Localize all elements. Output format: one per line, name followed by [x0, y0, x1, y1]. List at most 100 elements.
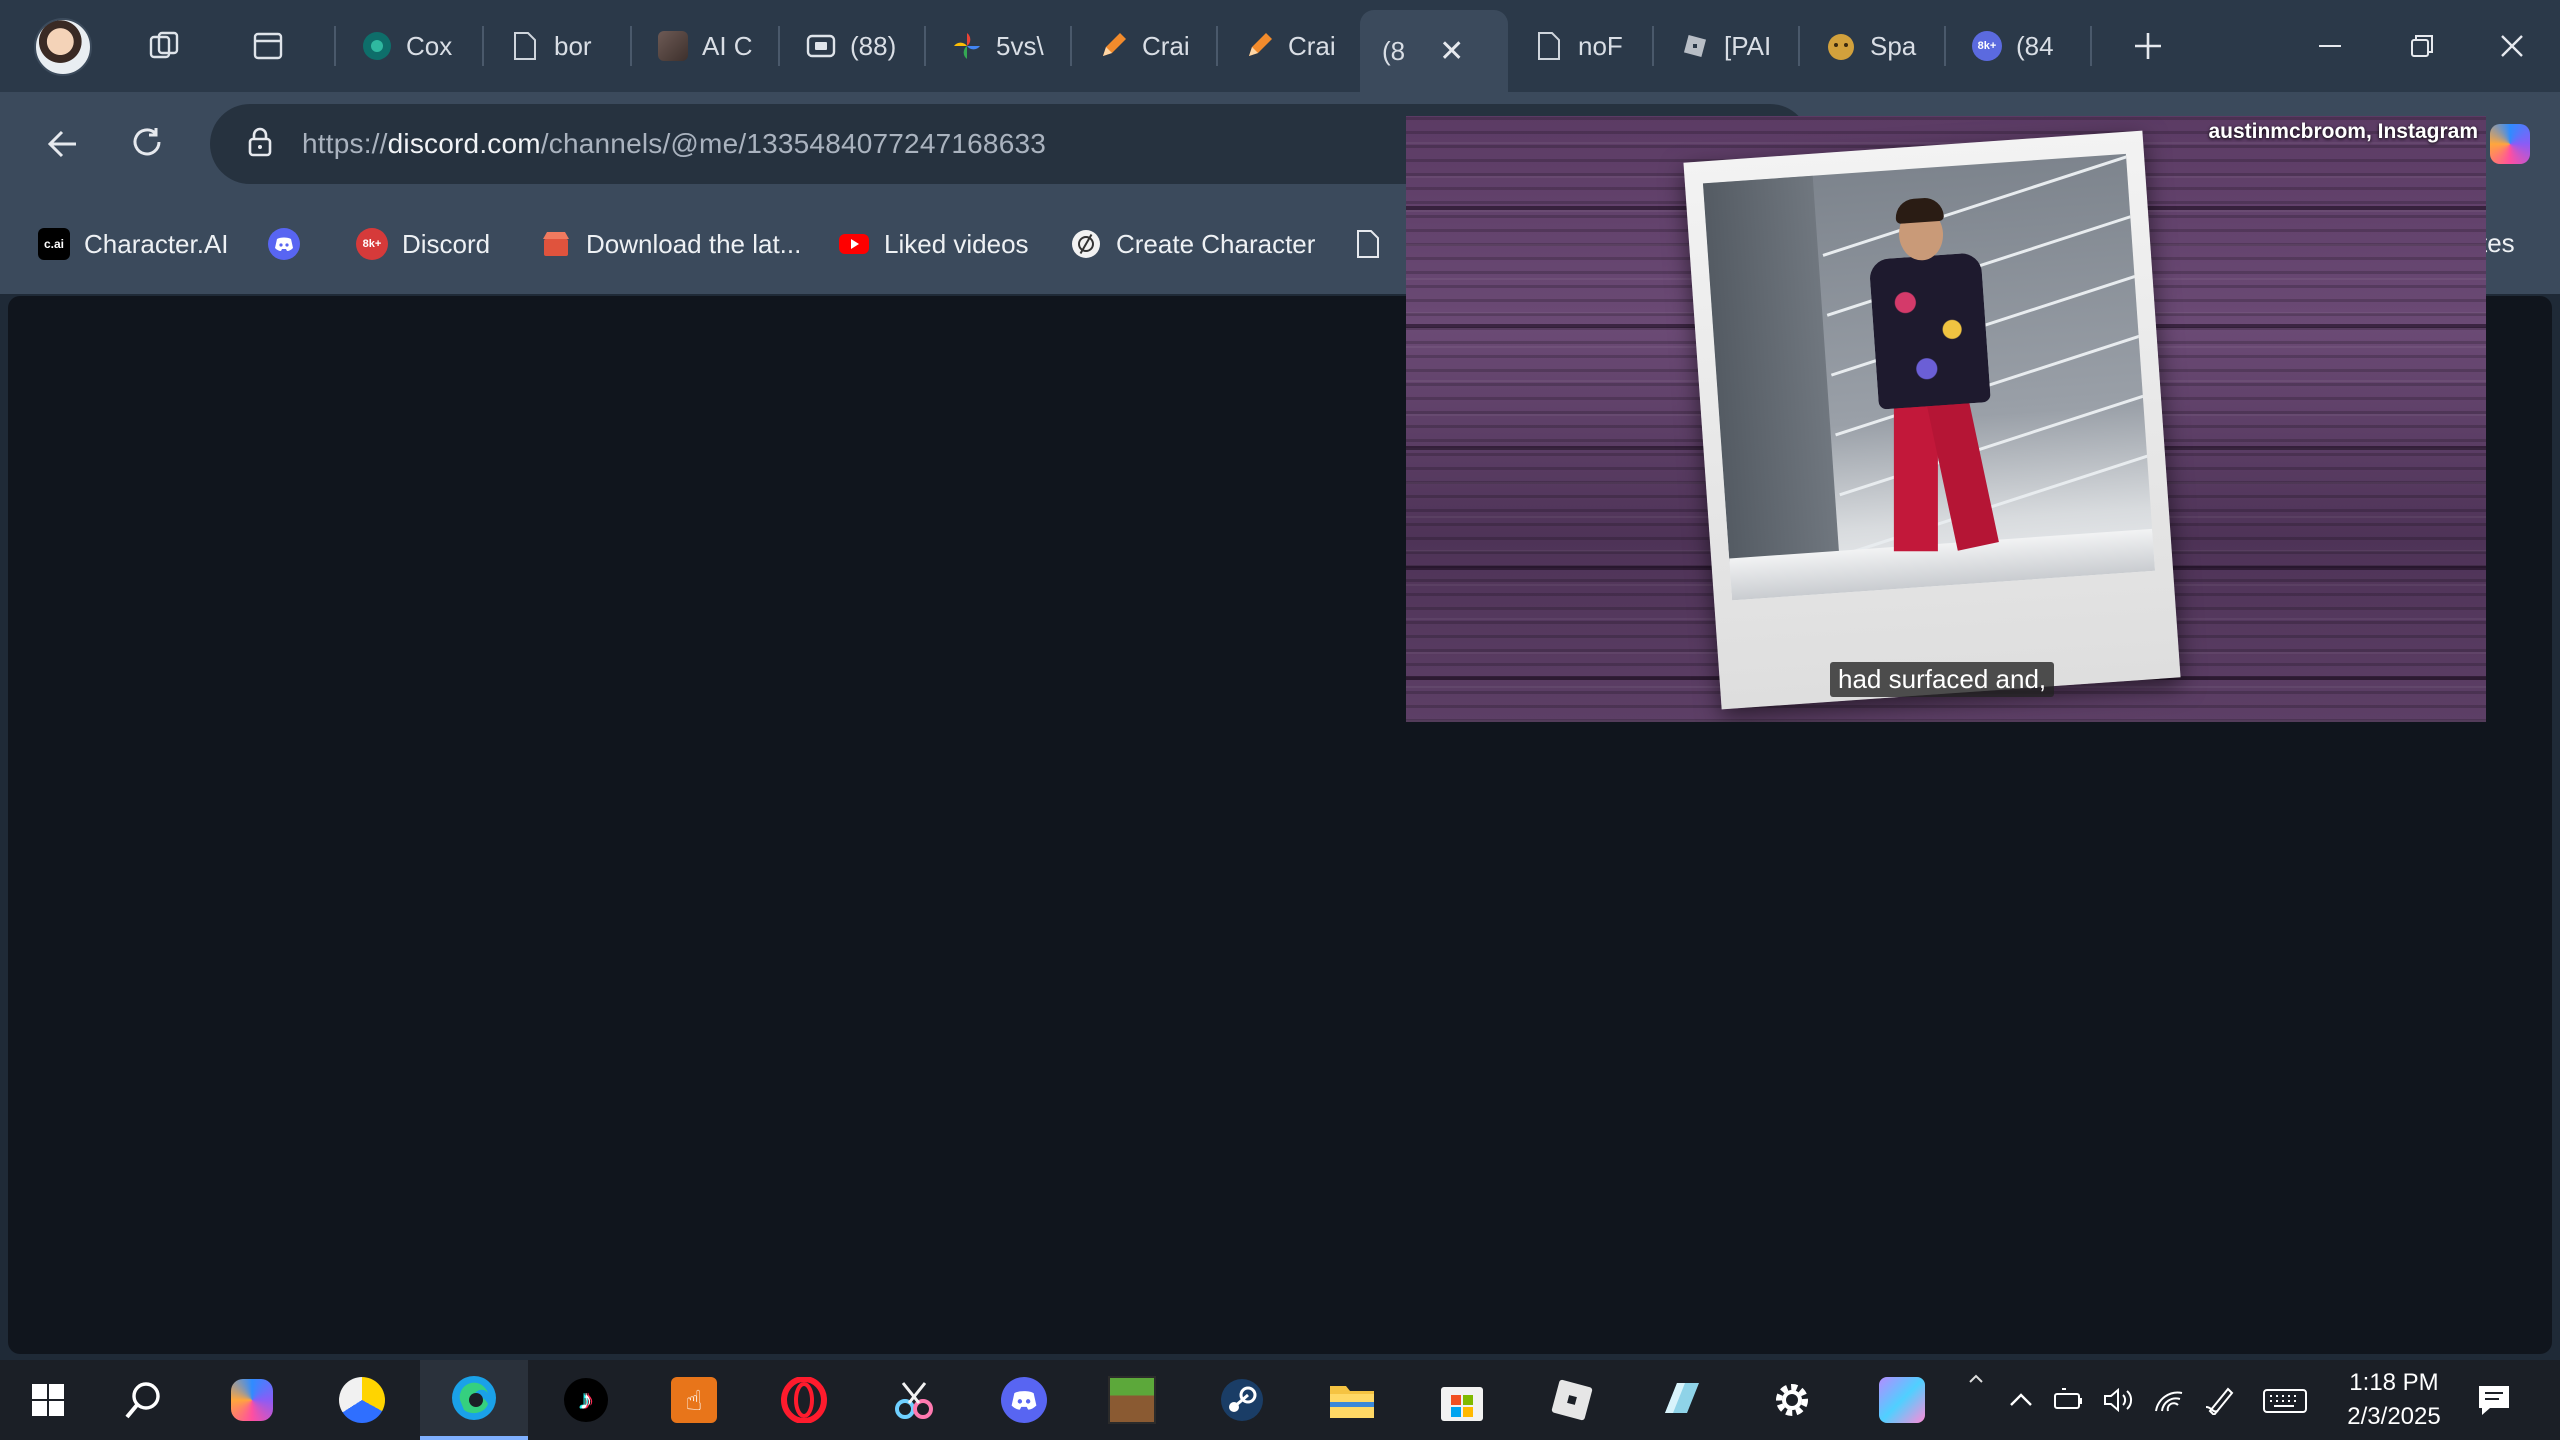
tab-5[interactable]: 5vs\	[930, 14, 1072, 78]
copilot-extension-icon[interactable]	[2490, 124, 2530, 164]
tab-active[interactable]: (8 ✕	[1360, 10, 1508, 92]
roblox-taskbar-icon[interactable]	[1542, 1370, 1602, 1430]
photo-image	[1702, 153, 2156, 601]
profile-avatar[interactable]	[34, 18, 92, 76]
floral-shirt	[1868, 252, 1991, 410]
tab-actions-icon[interactable]	[250, 28, 286, 64]
search-icon[interactable]	[114, 1370, 174, 1430]
polaroid-frame	[1683, 130, 2181, 710]
8k-icon: 8k+	[356, 228, 388, 260]
system-clock[interactable]: 1:18 PM 2/3/2025	[2334, 1366, 2454, 1434]
tab-1[interactable]: Cox	[340, 14, 482, 78]
anime-app-icon[interactable]	[1872, 1370, 1932, 1430]
youtube-icon	[838, 228, 870, 260]
file-explorer-icon[interactable]	[1322, 1370, 1382, 1430]
url-text[interactable]: https://discord.com/channels/@me/1335484…	[302, 128, 1046, 160]
touch-app-icon[interactable]: ☝	[664, 1370, 724, 1430]
bookmark-download[interactable]: Download the lat...	[540, 224, 801, 264]
tab-label: (88)	[850, 30, 897, 61]
minecraft-icon[interactable]	[1102, 1370, 1162, 1430]
tab-6[interactable]: Crai	[1076, 14, 1218, 78]
edge-icon[interactable]	[420, 1360, 528, 1440]
minimize-icon[interactable]	[2306, 22, 2354, 70]
tiktok-icon[interactable]: ♪	[556, 1370, 616, 1430]
pen-icon[interactable]	[2204, 1382, 2238, 1418]
close-tab-icon[interactable]: ✕	[1439, 34, 1464, 69]
paint-icon[interactable]	[1652, 1370, 1712, 1430]
restore-icon[interactable]	[2398, 22, 2446, 70]
tab-label: (84	[2016, 30, 2054, 61]
page-icon	[1534, 31, 1564, 61]
clock-time: 1:18 PM	[2349, 1369, 2439, 1396]
bookmark-character-ai[interactable]: c.ai Character.AI	[38, 224, 229, 264]
show-hidden-icons-icon[interactable]	[2006, 1382, 2036, 1418]
roblox-icon	[1680, 31, 1710, 61]
tab-4[interactable]: (88)	[784, 14, 926, 78]
snip-icon[interactable]	[884, 1370, 944, 1430]
start-icon[interactable]	[18, 1370, 78, 1430]
page-icon	[1352, 228, 1384, 260]
tab-9[interactable]: noF	[1512, 14, 1654, 78]
page-icon	[510, 31, 540, 61]
battery-icon[interactable]	[2052, 1382, 2086, 1418]
tab-label: AI C	[702, 30, 753, 61]
bookmark-label: Discord	[402, 228, 491, 259]
circle-icon	[362, 31, 392, 61]
chrome-like-icon[interactable]	[332, 1370, 392, 1430]
pinwheel-icon	[952, 31, 982, 61]
tab-12[interactable]: 8k+ (84	[1950, 14, 2092, 78]
tab-label: Crai	[1288, 30, 1336, 61]
tab-2[interactable]: bor	[488, 14, 630, 78]
photo-credit: austinmcbroom, Instagram	[2208, 120, 2478, 143]
bookmark-label: Download the lat...	[586, 228, 802, 259]
openai-icon	[1070, 228, 1102, 260]
wifi-icon[interactable]	[2152, 1382, 2186, 1418]
bookmark-label: Character.AI	[84, 228, 229, 259]
new-tab-icon[interactable]	[2124, 22, 2172, 70]
volume-icon[interactable]	[2102, 1382, 2136, 1418]
bookmark-discord[interactable]: 8k+ Discord	[356, 224, 490, 264]
copilot-icon[interactable]	[222, 1370, 282, 1430]
notifications-icon[interactable]	[2476, 1382, 2512, 1418]
bookmark-page[interactable]	[1352, 224, 1384, 264]
refresh-icon[interactable]	[122, 118, 174, 170]
tab-label: noF	[1578, 30, 1623, 61]
clock-date: 2/3/2025	[2347, 1403, 2441, 1430]
tab-strip: Cox bor AI C (88) 5vs\ Crai Crai (8 ✕ no…	[0, 0, 2560, 92]
cai-icon: c.ai	[38, 228, 70, 260]
tab-label: [PAI	[1724, 30, 1772, 61]
pencil-icon	[1098, 31, 1128, 61]
8k-badge-icon: 8k+	[1972, 31, 2002, 61]
workspaces-icon[interactable]	[146, 28, 182, 64]
opera-icon[interactable]	[774, 1370, 834, 1430]
steam-icon[interactable]	[1212, 1370, 1272, 1430]
bookmark-liked-videos[interactable]: Liked videos	[838, 224, 1029, 264]
tab-label: Spa	[1870, 30, 1917, 61]
video-overlay[interactable]: austinmcbroom, Instagram had surfaced an…	[1406, 116, 2486, 722]
tab-3[interactable]: AI C	[636, 14, 778, 78]
bookmark-discord-icon-only[interactable]	[268, 224, 300, 264]
discord-icon	[268, 228, 300, 260]
tab-7[interactable]: Crai	[1222, 14, 1364, 78]
face-icon	[1826, 31, 1856, 61]
windows-taskbar: ♪ ☝ 1:18 PM 2/3/2025	[0, 1360, 2560, 1440]
door	[1702, 175, 1840, 563]
discord-taskbar-icon[interactable]	[994, 1370, 1054, 1430]
video-caption: had surfaced and,	[1830, 662, 2055, 697]
store-taskbar-icon[interactable]	[1432, 1370, 1492, 1430]
bookmark-label: Liked videos	[884, 228, 1029, 259]
store-icon	[540, 228, 572, 260]
close-window-icon[interactable]	[2488, 22, 2536, 70]
tab-10[interactable]: [PAI	[1658, 14, 1800, 78]
bookmark-create-character[interactable]: Create Character	[1070, 224, 1315, 264]
avatar-image-icon	[658, 31, 688, 61]
tab-label: (8	[1382, 35, 1406, 66]
tab-11[interactable]: Spa	[1804, 14, 1946, 78]
lock-icon[interactable]	[246, 126, 274, 163]
back-arrow-icon[interactable]	[34, 118, 86, 170]
settings-icon[interactable]	[1762, 1370, 1822, 1430]
keyboard-icon[interactable]	[2262, 1382, 2308, 1418]
tab-label: Crai	[1142, 30, 1190, 61]
taskbar-scroll[interactable]	[1966, 1368, 1986, 1404]
tab-label: Cox	[406, 30, 453, 61]
